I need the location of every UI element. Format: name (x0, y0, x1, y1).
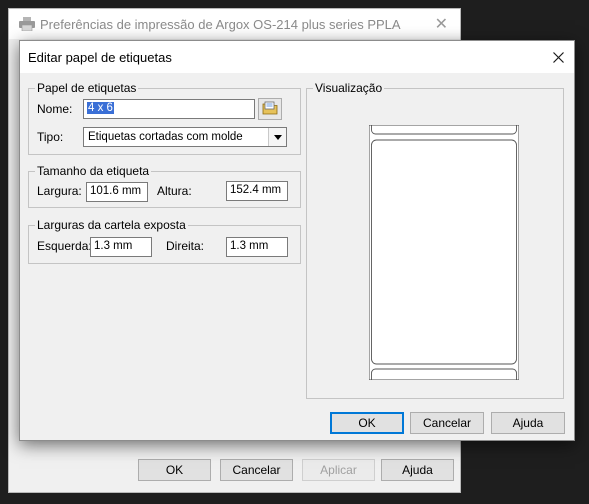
background-title-bar: Preferências de impressão de Argox OS-21… (9, 9, 460, 39)
label-paper-legend: Papel de etiquetas (35, 81, 139, 95)
edit-label-paper-dialog: Editar papel de etiquetas Papel de etiqu… (19, 40, 575, 441)
help-button[interactable]: Ajuda (491, 412, 565, 434)
name-input[interactable]: 4 x 6 (83, 99, 255, 119)
dialog-title-bar: Editar papel de etiquetas (20, 41, 574, 73)
dialog-title: Editar papel de etiquetas (28, 50, 172, 65)
type-select[interactable]: Etiquetas cortadas com molde (83, 127, 287, 147)
left-label: Esquerda: (37, 239, 92, 253)
height-label: Altura: (157, 184, 192, 198)
name-label: Nome: (37, 102, 73, 116)
apply-button: Aplicar (302, 459, 375, 481)
height-input[interactable]: 152.4 mm (226, 181, 288, 201)
exposed-liner-legend: Larguras da cartela exposta (35, 218, 188, 232)
right-input[interactable]: 1.3 mm (226, 237, 288, 257)
exposed-liner-group: Larguras da cartela exposta Esquerda: 1.… (28, 218, 301, 264)
width-label: Largura: (37, 184, 82, 198)
ok-button-background[interactable]: OK (138, 459, 211, 481)
close-icon[interactable]: ✕ (435, 14, 448, 34)
chevron-down-icon[interactable] (268, 128, 286, 146)
cancel-button-background[interactable]: Cancelar (220, 459, 293, 481)
browse-icon (262, 101, 278, 118)
label-size-group: Tamanho da etiqueta Largura: 101.6 mm Al… (28, 164, 301, 208)
close-icon[interactable] (542, 41, 574, 73)
help-button-background[interactable]: Ajuda (381, 459, 454, 481)
ok-button[interactable]: OK (330, 412, 404, 434)
type-label: Tipo: (37, 130, 64, 144)
cancel-button[interactable]: Cancelar (410, 412, 484, 434)
browse-button[interactable] (258, 98, 282, 120)
left-input[interactable]: 1.3 mm (90, 237, 152, 257)
background-button-bar: OK Cancelar Aplicar Ajuda (9, 448, 460, 492)
label-preview (368, 118, 520, 390)
name-input-value: 4 x 6 (87, 102, 114, 114)
label-paper-group: Papel de etiquetas Nome: 4 x 6 Tipo: Eti… (28, 81, 301, 155)
width-input[interactable]: 101.6 mm (86, 182, 148, 202)
preview-legend: Visualização (313, 81, 385, 95)
right-label: Direita: (166, 239, 205, 253)
printer-icon (19, 17, 35, 34)
label-size-legend: Tamanho da etiqueta (35, 164, 152, 178)
type-select-value: Etiquetas cortadas com molde (88, 131, 243, 143)
background-window-title: Preferências de impressão de Argox OS-21… (40, 17, 401, 32)
